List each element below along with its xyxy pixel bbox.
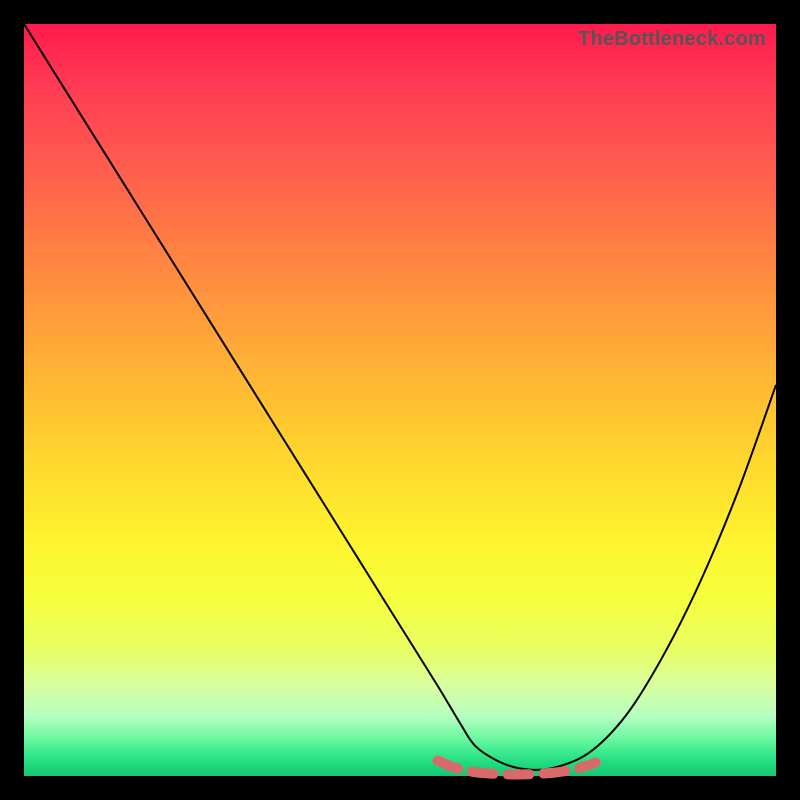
curve-svg	[24, 24, 776, 776]
bottleneck-curve	[24, 24, 776, 770]
plot-area: TheBottleneck.com	[24, 24, 776, 776]
chart-container: TheBottleneck.com	[0, 0, 800, 800]
